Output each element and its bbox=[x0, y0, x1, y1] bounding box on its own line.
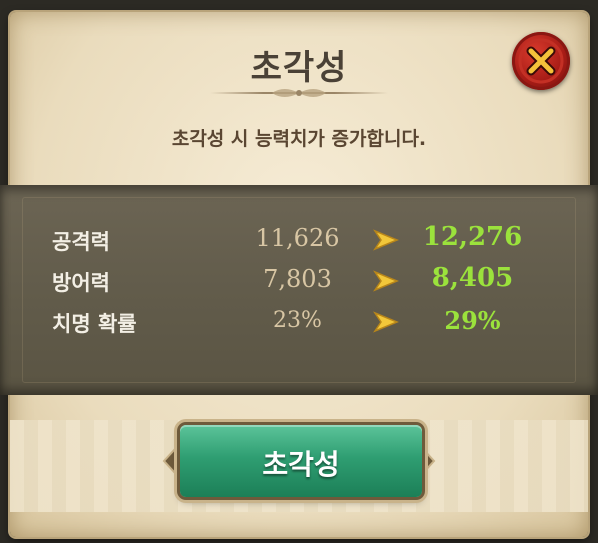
stat-before-value: 11,626 bbox=[255, 224, 340, 252]
stat-before-value: 7,803 bbox=[263, 265, 332, 293]
stat-row-defense: 방어력 7,803 8,405 bbox=[0, 261, 598, 301]
ornament-icon bbox=[272, 89, 326, 97]
stat-after-value: 29% bbox=[444, 306, 501, 335]
awaken-button-label: 초각성 bbox=[262, 448, 340, 481]
stat-label: 방어력 bbox=[52, 271, 110, 295]
dialog-subtitle: 초각성 시 능력치가 증가합니다. bbox=[171, 128, 427, 150]
close-button[interactable] bbox=[512, 32, 570, 90]
stat-row-crit-rate: 치명 확률 23% 29% bbox=[0, 302, 598, 342]
arrow-right-icon bbox=[373, 311, 399, 333]
stat-row-attack: 공격력 11,626 12,276 bbox=[0, 220, 598, 260]
stat-label: 공격력 bbox=[52, 230, 110, 254]
awaken-button[interactable]: 초각성 bbox=[180, 425, 422, 497]
stats-panel: 공격력 11,626 12,276 방어력 7,803 8,405 치명 확률 … bbox=[0, 185, 598, 395]
stat-after-value: 8,405 bbox=[431, 263, 514, 293]
stat-before-value: 23% bbox=[273, 308, 322, 333]
arrow-right-icon bbox=[373, 270, 399, 292]
stat-after-value: 12,276 bbox=[422, 222, 523, 252]
dialog-title: 초각성 bbox=[250, 48, 348, 88]
arrow-right-icon bbox=[373, 229, 399, 251]
stat-label: 치명 확률 bbox=[52, 312, 137, 336]
close-x-icon bbox=[518, 38, 564, 84]
